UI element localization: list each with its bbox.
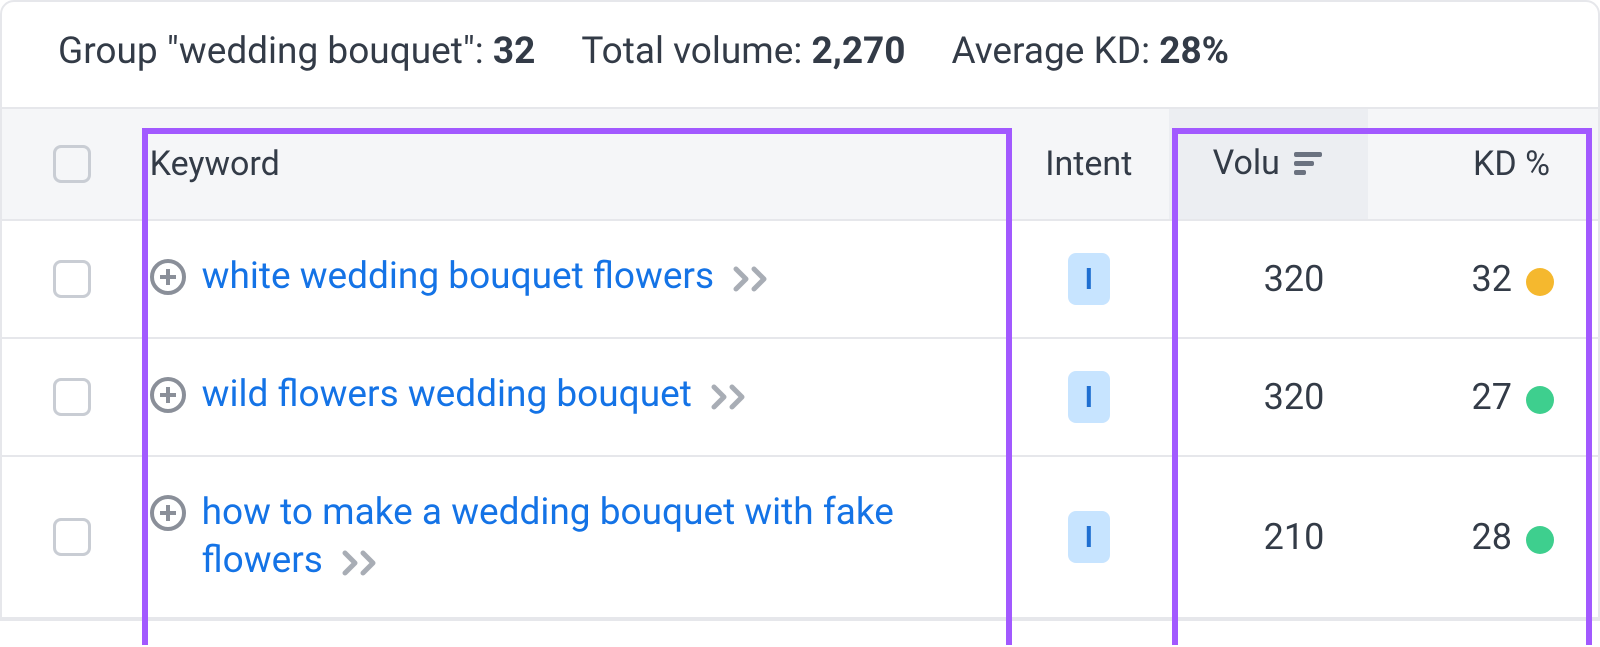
kd-summary: Average KD: 28% xyxy=(952,30,1230,73)
select-all-checkbox[interactable] xyxy=(53,145,91,183)
header-volume[interactable]: Volu xyxy=(1169,108,1369,220)
group-summary: Group "wedding bouquet": 32 xyxy=(58,30,535,73)
row-checkbox-cell xyxy=(2,220,142,338)
table-header-row: Keyword Intent Volu KD xyxy=(2,108,1598,220)
row-checkbox[interactable] xyxy=(53,518,91,556)
sort-desc-icon xyxy=(1294,145,1324,185)
avg-kd-label: Average KD: xyxy=(952,30,1160,73)
header-volume-label: Volu xyxy=(1213,143,1280,183)
row-volume-cell: 320 xyxy=(1169,338,1369,456)
table-row: wild flowers wedding bouquet I 320 27 xyxy=(2,338,1598,456)
volume-label: Total volume: xyxy=(581,30,811,73)
open-icon[interactable] xyxy=(732,265,776,293)
row-kd-cell: 28 xyxy=(1368,456,1598,618)
row-keyword-cell: how to make a wedding bouquet with fake … xyxy=(142,456,1009,618)
group-label-suffix: ": xyxy=(463,30,493,73)
row-keyword-cell: white wedding bouquet flowers xyxy=(142,220,1009,338)
kd-difficulty-dot xyxy=(1526,268,1554,296)
kd-value: 32 xyxy=(1472,258,1512,300)
row-volume-cell: 320 xyxy=(1169,220,1369,338)
table-row: white wedding bouquet flowers I 320 32 xyxy=(2,220,1598,338)
kd-difficulty-dot xyxy=(1526,386,1554,414)
row-checkbox-cell xyxy=(2,338,142,456)
header-keyword[interactable]: Keyword xyxy=(142,108,1009,220)
keyword-group-panel: Group "wedding bouquet": 32 Total volume… xyxy=(0,0,1600,621)
keyword-link[interactable]: wild flowers wedding bouquet xyxy=(202,373,692,416)
table-row: how to make a wedding bouquet with fake … xyxy=(2,456,1598,618)
intent-badge[interactable]: I xyxy=(1068,511,1110,563)
header-intent-label: Intent xyxy=(1045,144,1132,184)
open-icon[interactable] xyxy=(341,549,385,577)
header-kd[interactable]: KD % xyxy=(1368,108,1598,220)
group-label-prefix: Group " xyxy=(58,30,179,73)
row-checkbox[interactable] xyxy=(53,260,91,298)
volume-value: 320 xyxy=(1264,376,1325,418)
open-icon[interactable] xyxy=(710,383,754,411)
row-volume-cell: 210 xyxy=(1169,456,1369,618)
row-kd-cell: 32 xyxy=(1368,220,1598,338)
kd-value: 28 xyxy=(1472,516,1512,558)
row-intent-cell: I xyxy=(1009,456,1169,618)
keyword-link[interactable]: how to make a wedding bouquet with fake … xyxy=(202,491,894,582)
header-keyword-label: Keyword xyxy=(150,144,280,184)
row-kd-cell: 27 xyxy=(1368,338,1598,456)
intent-badge[interactable]: I xyxy=(1068,371,1110,423)
keyword-table: Keyword Intent Volu KD xyxy=(2,107,1598,619)
row-intent-cell: I xyxy=(1009,220,1169,338)
keyword-link[interactable]: white wedding bouquet flowers xyxy=(202,255,714,298)
volume-value: 2,270 xyxy=(811,30,905,73)
summary-bar: Group "wedding bouquet": 32 Total volume… xyxy=(2,2,1598,107)
row-keyword-cell: wild flowers wedding bouquet xyxy=(142,338,1009,456)
header-select-all[interactable] xyxy=(2,108,142,220)
kd-difficulty-dot xyxy=(1526,526,1554,554)
header-intent[interactable]: Intent xyxy=(1009,108,1169,220)
expand-icon[interactable] xyxy=(150,377,186,413)
avg-kd-value: 28% xyxy=(1159,30,1229,73)
header-kd-label: KD % xyxy=(1473,144,1550,184)
expand-icon[interactable] xyxy=(150,495,186,531)
group-name: wedding bouquet xyxy=(179,30,463,73)
row-checkbox[interactable] xyxy=(53,378,91,416)
group-count: 32 xyxy=(493,30,535,73)
intent-badge[interactable]: I xyxy=(1068,253,1110,305)
volume-value: 210 xyxy=(1264,516,1325,558)
volume-value: 320 xyxy=(1264,258,1325,300)
row-intent-cell: I xyxy=(1009,338,1169,456)
volume-summary: Total volume: 2,270 xyxy=(581,30,905,73)
expand-icon[interactable] xyxy=(150,259,186,295)
kd-value: 27 xyxy=(1472,376,1512,418)
row-checkbox-cell xyxy=(2,456,142,618)
